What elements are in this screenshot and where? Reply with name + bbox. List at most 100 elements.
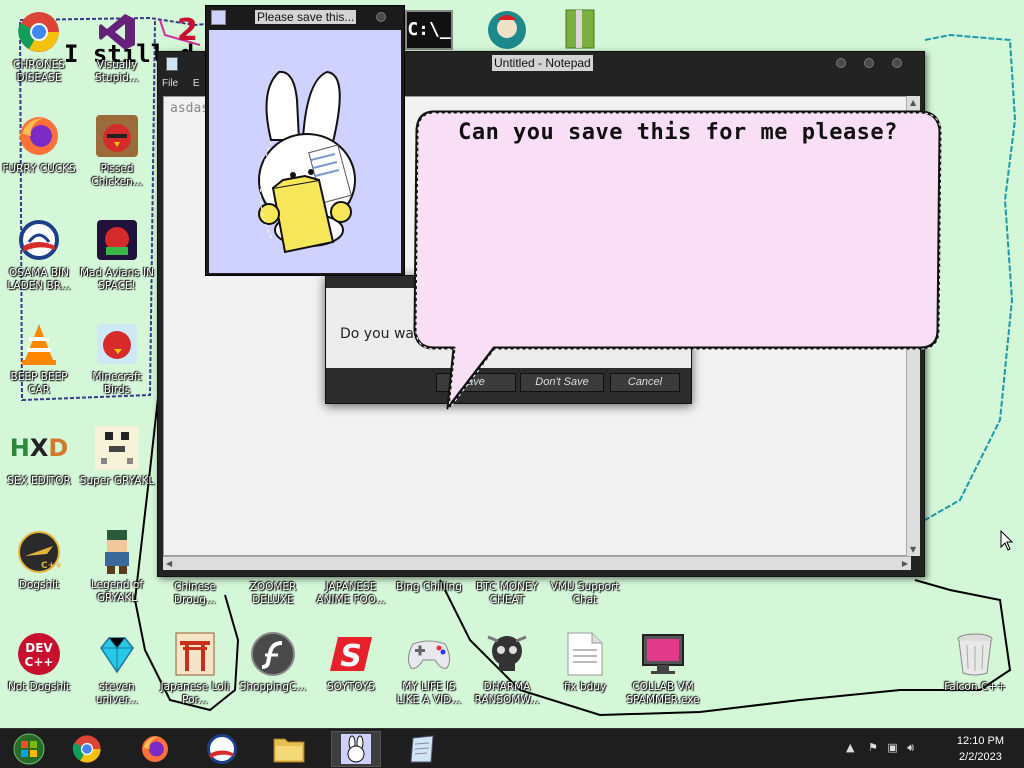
speech-bubble-text: Can you save this for me please? [458,120,898,145]
notepad-title: Untitled - Notepad [492,55,593,71]
scroll-left-arrow-icon[interactable]: ◀ [166,559,172,568]
desktop-icon-hxd[interactable]: HXD SEX EDITOR [0,424,78,488]
icon-label: Minecraft Birds [92,371,142,396]
svg-text:DEV: DEV [25,641,53,655]
icon-label: ZOOMER DELUXE [249,581,297,606]
skull-icon [483,630,531,678]
icon-label: Mad Avians IN SPACE! [79,267,155,292]
taskbar-clock[interactable]: 12:10 PM 2/2/2023 [957,733,1004,765]
speech-bubble [413,110,942,411]
horizontal-scrollbar[interactable]: ◀ ▶ [163,556,911,570]
show-hidden-icons-chevron-icon[interactable]: ▲ [846,741,854,754]
popup-close-button[interactable] [376,12,386,22]
icon-label: fix bduy [563,681,607,693]
desktop-icon-dev-cpp[interactable]: DEV C++ Not Dogshit [0,630,78,694]
taskbar-chrome[interactable] [62,731,112,767]
svg-text:C++: C++ [25,655,54,669]
icon-label: OSAMA BIN LADEN BR... [7,267,71,292]
desktop-icon-steven-universe[interactable]: steven univer... [78,630,156,707]
windows-start-icon [13,733,45,765]
maximize-button[interactable] [864,58,874,68]
desktop-icon-shopping[interactable]: ShoppingC... [234,630,312,694]
icon-label: VMU Support Chat [550,581,620,606]
popup-body [209,30,401,273]
partial-app-icon[interactable]: 2 [175,10,205,50]
chrome-icon [72,735,101,763]
popup-title: Please save this... [255,10,357,24]
hxd-icon: HXD [9,434,69,462]
icon-label: MY LIFE IS LIKE A VID... [396,681,462,706]
icon-label: SEX EDITOR [7,475,71,487]
desktop-icon-chrome[interactable]: CHRONES DISEASE [0,8,78,85]
taskbar-bunny-app[interactable] [331,731,381,767]
vlc-cone-icon [15,320,63,368]
menu-edit[interactable]: E [193,78,200,89]
system-tray: ▲ ⚑ ▣ 🔊︎ [846,741,914,755]
start-button[interactable] [4,731,54,767]
minimize-button[interactable] [836,58,846,68]
desktop-icon-my-life[interactable]: MY LIFE IS LIKE A VID... [390,630,468,707]
character-app-icon[interactable] [483,8,531,50]
angry-bird-seasons-icon [93,112,141,160]
desktop-icon-soytoys[interactable]: S SOYTOYS [312,630,390,694]
menu-file[interactable]: File [162,78,178,89]
dev-cpp-icon: DEV C++ [15,630,63,678]
firefox-icon [15,112,63,160]
mouse-cursor-icon [1000,530,1014,551]
icon-label: Visually Stupid... [95,59,139,84]
taskbar-notepad[interactable] [397,731,447,767]
icon-label: BTC MONEY CHEAT [476,581,538,606]
angry-bird-space-icon [93,216,141,264]
icon-label: BEEP BEEP CAR [10,371,68,396]
pixel-character-icon [93,424,141,472]
torii-gate-icon [171,630,219,678]
icon-label: COLLAB VM SPAMMER.exe [626,681,700,706]
archive-icon[interactable] [562,8,598,50]
taskbar-obama-app[interactable] [197,731,247,767]
scroll-right-arrow-icon[interactable]: ▶ [902,559,908,568]
close-button[interactable] [892,58,902,68]
diamond-icon [93,630,141,678]
icon-label: CHRONES DISEASE [13,59,65,84]
icon-label: SOYTOYS [327,681,375,693]
icon-label: JAPANESE ANIME FOO... [316,581,386,606]
desktop-icon-vlc[interactable]: BEEP BEEP CAR [0,320,78,397]
icon-label: Super GRYAKL [79,475,155,487]
bunny-popup-window[interactable]: Please save this... [205,5,405,276]
volume-icon[interactable]: 🔊︎ [907,741,914,754]
bunny-with-folder-image [258,70,356,254]
network-icon[interactable]: ▣ [887,741,897,754]
command-prompt-icon[interactable]: C:\_ [405,10,453,50]
desktop-icon-dharma-ransomware[interactable]: DHARMA RANSOMW... [468,630,546,707]
desktop-icon-visual-studio[interactable]: Visually Stupid... [78,8,156,85]
desktop-icon-angry-birds-seasons[interactable]: Pissed Chicken... [78,112,156,189]
taskbar-file-explorer[interactable] [264,731,314,767]
scroll-up-arrow-icon[interactable]: ▲ [910,98,916,107]
chrome-icon [15,8,63,56]
falcon-cpp-icon: C++ [15,528,63,576]
taskbar-firefox[interactable] [130,731,180,767]
desktop-icon-obama[interactable]: OSAMA BIN LADEN BR... [0,216,78,293]
icon-label: Dogshit [18,579,60,591]
icon-label: Japanese Loli Por... [160,681,230,706]
desktop-icon-firefox[interactable]: FURRY CUCKS [0,112,78,176]
desktop-icon-angry-birds[interactable]: Minecraft Birds [78,320,156,397]
svg-text:S: S [340,639,362,674]
monitor-icon [639,630,687,678]
icon-label: ShoppingC... [239,681,307,693]
clock-date: 2/2/2023 [959,751,1002,763]
text-document-icon [561,630,609,678]
bunny-app-icon [211,10,226,25]
desktop-icon-angry-birds-space[interactable]: Mad Avians IN SPACE! [78,216,156,293]
dialog-message: Do you wa [340,326,414,342]
action-center-flag-icon[interactable]: ⚑ [868,741,878,754]
desktop-icon-japanese-loli[interactable]: Japanese Loli Por... [156,630,234,707]
desktop-icon-legend-of-gryakl[interactable]: Legend of GRYAKL [78,528,156,605]
desktop-icon-dogshit[interactable]: C++ Dogshit [0,528,78,592]
desktop-icon-recycle-bin[interactable]: Falcon C++ [936,630,1014,694]
scroll-down-arrow-icon[interactable]: ▼ [910,545,916,554]
desktop-icon-fix-bduy[interactable]: fix bduy [546,630,624,694]
desktop-icon-super-gryakl[interactable]: Super GRYAKL [78,424,156,488]
svg-text:C++: C++ [41,561,61,571]
desktop-icon-collab-vm-spammer[interactable]: COLLAB VM SPAMMER.exe [624,630,702,707]
